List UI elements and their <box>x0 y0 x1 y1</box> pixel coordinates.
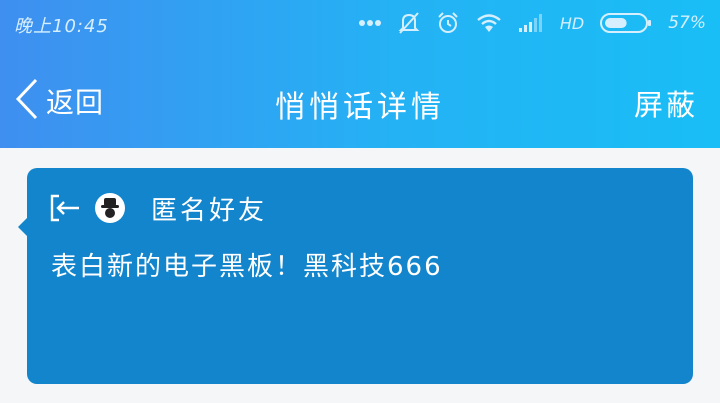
message-text: 表白新的电子黑板！黑科技666 <box>51 252 443 282</box>
mute-icon <box>398 11 420 35</box>
battery-percent: 57% <box>668 13 706 33</box>
battery-icon <box>600 12 652 34</box>
exit-icon[interactable] <box>49 193 81 223</box>
more-dots-icon <box>358 19 382 27</box>
nav-bar: 返回 悄悄话详情 屏蔽 <box>0 54 720 144</box>
network-type: HD <box>559 13 585 33</box>
message-header: 匿名好友 <box>49 190 267 226</box>
message-card: 匿名好友 表白新的电子黑板！黑科技666 <box>18 168 693 384</box>
status-icons: HD 57% <box>358 8 706 38</box>
status-time: 晚上10:45 <box>14 16 109 37</box>
status-bar: 晚上10:45 HD 57% <box>0 0 720 46</box>
avatar <box>95 193 125 223</box>
block-button[interactable]: 屏蔽 <box>634 82 698 124</box>
page-title: 悄悄话详情 <box>275 90 445 125</box>
signal-icon <box>518 13 544 33</box>
wifi-icon <box>476 13 502 33</box>
app-header: 晚上10:45 HD 57% 返回 悄悄话详情 屏蔽 <box>0 0 720 148</box>
anonymous-user-icon <box>101 198 119 218</box>
alarm-icon <box>436 11 460 35</box>
sender-name: 匿名好友 <box>151 195 268 226</box>
